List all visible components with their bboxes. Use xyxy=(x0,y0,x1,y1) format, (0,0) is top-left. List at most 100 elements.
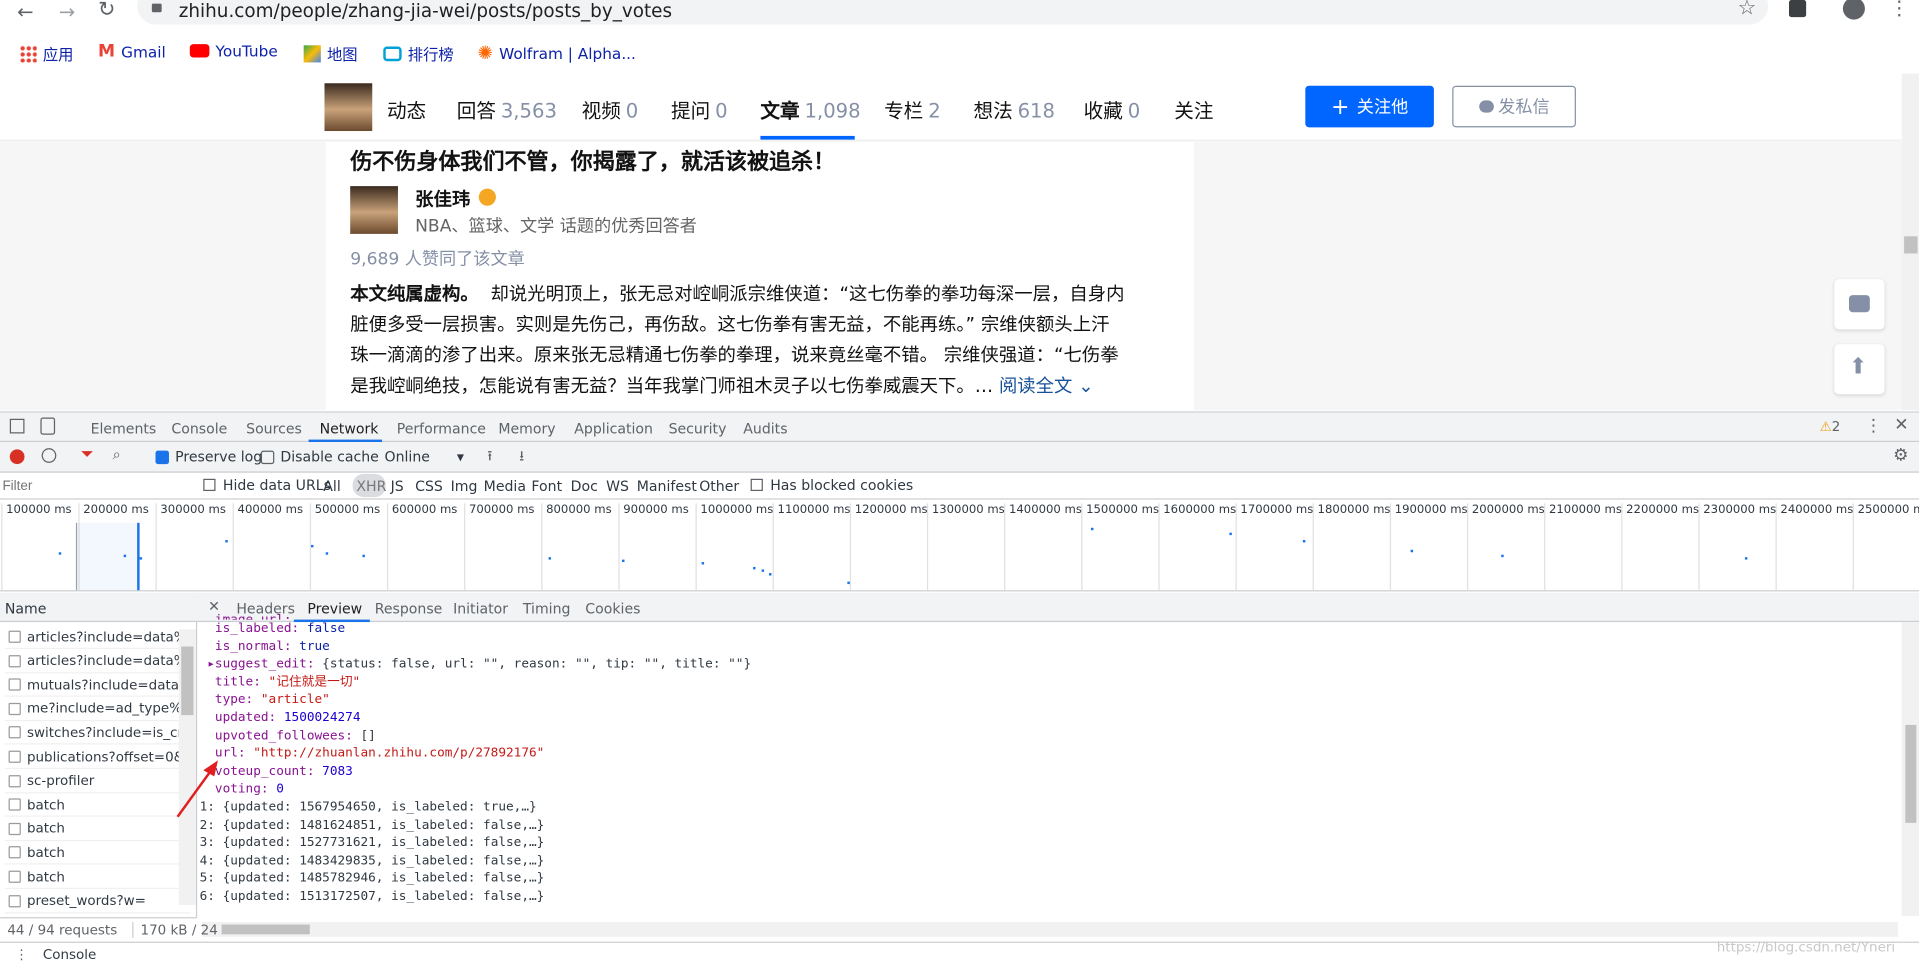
throttle-select[interactable]: Online ▾ xyxy=(384,448,463,465)
json-preview[interactable]: image_url: is_labeled: false is_normal: … xyxy=(200,613,1896,907)
request-row[interactable]: switches?include=is_crea xyxy=(4,722,192,745)
json-line[interactable]: voteup_count: 7083 xyxy=(200,763,1896,781)
type-media[interactable]: Media xyxy=(484,478,526,495)
json-line[interactable]: 4: {updated: 1483429835, is_labeled: fal… xyxy=(200,852,1896,870)
tab-videos[interactable]: 视频 0 xyxy=(582,94,639,123)
hide-data-urls-checkbox[interactable] xyxy=(203,478,216,492)
name-header[interactable]: Name xyxy=(0,592,198,623)
tab-memory[interactable]: Memory xyxy=(498,420,555,437)
tab-elements[interactable]: Elements xyxy=(91,420,157,437)
request-row[interactable]: batch xyxy=(4,818,192,841)
feedback-button[interactable] xyxy=(1834,279,1885,330)
tab-network[interactable]: Network xyxy=(320,420,379,437)
export-har-icon[interactable]: ⭳ xyxy=(519,447,524,470)
request-row[interactable]: preset_words?w= xyxy=(4,890,192,913)
bookmark-apps[interactable]: 应用 xyxy=(19,42,73,65)
request-row[interactable]: batch xyxy=(4,866,192,889)
disable-cache-checkbox[interactable] xyxy=(260,450,275,465)
network-overview[interactable]: 100000 ms 200000 ms 300000 ms 400000 ms 5000… xyxy=(0,501,1919,592)
type-ws[interactable]: WS xyxy=(606,478,629,495)
tab-audits[interactable]: Audits xyxy=(743,420,787,437)
request-row[interactable]: sc-profiler xyxy=(4,770,192,793)
search-icon[interactable]: ⌕ xyxy=(113,446,121,464)
back-icon[interactable]: ← xyxy=(17,0,33,23)
tab-articles[interactable]: 文章 1,098 xyxy=(760,94,860,123)
filter-input[interactable] xyxy=(2,476,187,496)
type-other[interactable]: Other xyxy=(699,478,739,495)
avatar[interactable] xyxy=(324,83,373,132)
scroll-thumb[interactable] xyxy=(1904,236,1918,254)
devtools-menu-icon[interactable]: ⋮ xyxy=(1865,416,1882,436)
tab-answers[interactable]: 回答 3,563 xyxy=(457,94,557,123)
bookmark-ranking[interactable]: 排行榜 xyxy=(383,42,454,65)
address-url[interactable]: zhihu.com/people/zhang-jia-wei/posts/pos… xyxy=(179,0,672,22)
record-icon[interactable] xyxy=(9,449,25,465)
tab-sources[interactable]: Sources xyxy=(246,420,302,437)
type-css[interactable]: CSS xyxy=(415,478,443,495)
type-all[interactable]: All xyxy=(323,478,340,495)
tab-performance[interactable]: Performance xyxy=(397,420,486,437)
tab-console[interactable]: Console xyxy=(171,420,227,437)
request-row[interactable]: mutuals?include=data%5 xyxy=(4,674,192,697)
json-line[interactable]: url: "http://zhuanlan.zhihu.com/p/278921… xyxy=(200,745,1896,763)
tab-following[interactable]: 关注 xyxy=(1174,94,1213,123)
tab-collections[interactable]: 收藏 0 xyxy=(1084,94,1141,123)
preview-scrollbar[interactable] xyxy=(1901,622,1919,916)
tab-thoughts[interactable]: 想法 618 xyxy=(973,94,1055,123)
blocked-cookies-checkbox[interactable] xyxy=(750,478,763,492)
type-js[interactable]: JS xyxy=(391,478,404,495)
bookmark-gmail[interactable]: M Gmail xyxy=(98,42,166,62)
import-har-icon[interactable]: ⭱ xyxy=(487,447,492,470)
back-to-top-button[interactable]: ⬆ xyxy=(1834,344,1885,395)
reload-icon[interactable]: ↻ xyxy=(98,0,115,22)
warnings-badge[interactable]: ⚠2 xyxy=(1820,419,1841,435)
type-img[interactable]: Img xyxy=(451,478,478,495)
preview-hscrollbar[interactable] xyxy=(202,922,1898,937)
request-row[interactable]: me?include=ad_type%2C xyxy=(4,698,192,721)
json-line[interactable]: type: "article" xyxy=(200,691,1896,709)
tab-columns[interactable]: 专栏 2 xyxy=(884,94,941,123)
request-row[interactable]: batch xyxy=(4,842,192,865)
article-title[interactable]: 伤不伤身体我们不管，你揭露了，就活该被追杀！ xyxy=(350,144,835,176)
device-toggle-icon[interactable] xyxy=(40,417,56,435)
settings-gear-icon[interactable]: ⚙ xyxy=(1893,446,1908,466)
json-line[interactable]: is_normal: true xyxy=(200,637,1896,655)
tab-questions[interactable]: 提问 0 xyxy=(671,94,728,123)
bookmark-wolfram[interactable]: ✺ Wolfram | Alpha... xyxy=(478,42,636,64)
json-line[interactable]: voting: 0 xyxy=(200,780,1896,798)
menu-kebab-icon[interactable]: ⋮ xyxy=(1889,0,1909,20)
console-drawer[interactable]: ⋮ Console xyxy=(0,941,1919,965)
filter-icon[interactable]: ⏷ xyxy=(81,446,94,464)
json-line[interactable]: 3: {updated: 1527731621, is_labeled: fal… xyxy=(200,834,1896,852)
request-row[interactable]: publications?offset=0&li xyxy=(4,746,192,769)
json-line[interactable]: 6: {updated: 1513172507, is_labeled: fal… xyxy=(200,888,1896,906)
request-row[interactable]: batch xyxy=(4,794,192,817)
bookmark-youtube[interactable]: YouTube xyxy=(189,42,278,60)
tab-security[interactable]: Security xyxy=(669,420,727,437)
scroll-thumb[interactable] xyxy=(221,924,310,935)
type-manifest[interactable]: Manifest xyxy=(637,478,697,495)
json-line[interactable]: title: "记住就是一切" xyxy=(200,673,1896,691)
close-detail-icon[interactable]: ✕ xyxy=(208,598,220,615)
scroll-thumb[interactable] xyxy=(181,646,194,716)
tab-application[interactable]: Application xyxy=(574,420,653,437)
json-line[interactable]: is_labeled: false xyxy=(200,620,1896,638)
json-line[interactable]: 1: {updated: 1567954650, is_labeled: tru… xyxy=(200,798,1896,816)
page-scrollbar[interactable] xyxy=(1901,73,1919,411)
json-line[interactable]: 2: {updated: 1481624851, is_labeled: fal… xyxy=(200,816,1896,834)
type-xhr[interactable]: XHR xyxy=(356,478,386,495)
article-excerpt[interactable]: 本文纯属虚构。 却说光明顶上，张无忌对崆峒派宗维侠道：“这七伤拳的拳功每深一层，… xyxy=(350,279,1195,401)
json-line[interactable]: updated: 1500024274 xyxy=(200,709,1896,727)
preserve-log-checkbox[interactable] xyxy=(155,450,169,465)
clear-icon[interactable] xyxy=(41,448,57,463)
scroll-thumb[interactable] xyxy=(1905,724,1917,823)
type-font[interactable]: Font xyxy=(531,478,562,495)
close-icon[interactable]: ✕ xyxy=(1894,415,1908,435)
follow-button[interactable]: + 关注他 xyxy=(1305,85,1434,128)
tab-activity[interactable]: 动态 xyxy=(387,94,426,123)
type-doc[interactable]: Doc xyxy=(571,478,598,495)
forward-icon[interactable]: → xyxy=(59,0,75,23)
inspect-icon[interactable] xyxy=(9,418,25,434)
author-name[interactable]: 张佳玮 xyxy=(415,186,470,212)
star-icon[interactable]: ☆ xyxy=(1738,0,1757,21)
